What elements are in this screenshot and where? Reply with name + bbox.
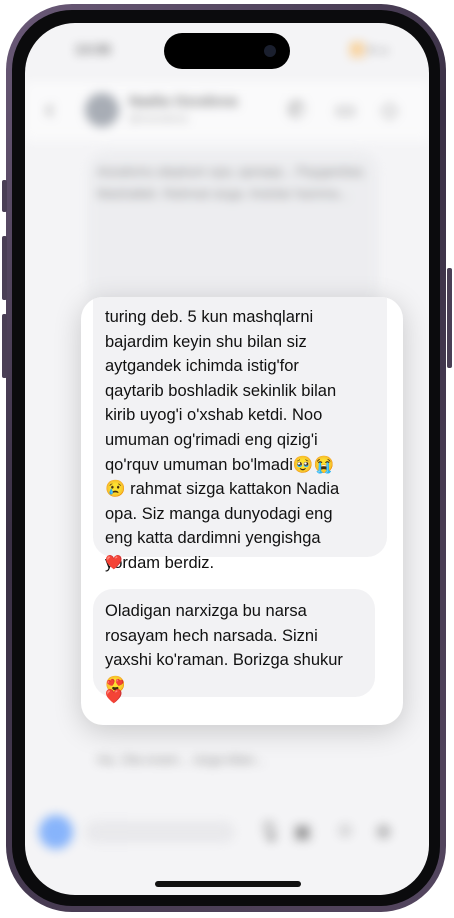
heart-reaction-icon[interactable]: ❤️ (105, 554, 122, 571)
power-button (447, 268, 452, 368)
tag-icon[interactable]: ◇ (381, 97, 398, 123)
message-text: turing deb. 5 kun mashqlarni bajardim ke… (105, 308, 340, 572)
status-time: 14:06 (75, 41, 111, 57)
screen: 14:06 📶 ▾ ▭ ‹ Nadia Ozodova @nozodova ✆ … (25, 23, 429, 895)
message-bubble[interactable]: turing deb. 5 kun mashqlarni bajardim ke… (93, 297, 387, 572)
microphone-icon[interactable]: 🎙 (257, 819, 282, 844)
chat-header: ‹ Nadia Ozodova @nozodova ✆ ▭ ◇ (25, 81, 429, 141)
contact-name[interactable]: Nadia Ozodova (129, 93, 237, 110)
sticker-icon[interactable]: ☺ (335, 819, 355, 842)
volume-down-button (2, 314, 7, 378)
avatar[interactable] (85, 93, 119, 127)
message-input[interactable] (85, 821, 235, 843)
contact-username: @nozodova (129, 113, 188, 125)
background-message-bubble: Assalomu alaykum opa, qanaqa... Paygamba… (87, 151, 379, 311)
message-input-bar: 🎙 ▣ ☺ ⊕ (25, 803, 429, 863)
message-bubble[interactable]: Oladigan narxizga bu narsa rosayam hech … (93, 589, 375, 697)
gallery-icon[interactable]: ▣ (293, 819, 312, 844)
status-icons: 📶 ▾ ▭ (350, 43, 389, 57)
back-icon[interactable]: ‹ (45, 93, 54, 125)
action-button (2, 180, 7, 212)
volume-up-button (2, 236, 7, 300)
front-camera-icon (264, 45, 276, 57)
camera-button[interactable] (39, 815, 73, 849)
dynamic-island (164, 33, 290, 69)
message-preview-popup: turing deb. 5 kun mashqlarni bajardim ke… (81, 297, 403, 725)
plus-icon[interactable]: ⊕ (375, 819, 392, 844)
home-indicator[interactable] (155, 881, 301, 887)
heart-reaction-icon[interactable]: ❤️ (105, 688, 122, 705)
video-call-icon[interactable]: ▭ (335, 97, 356, 123)
message-text: Oladigan narxizga bu narsa rosayam hech … (105, 602, 343, 694)
phone-call-icon[interactable]: ✆ (287, 97, 305, 123)
